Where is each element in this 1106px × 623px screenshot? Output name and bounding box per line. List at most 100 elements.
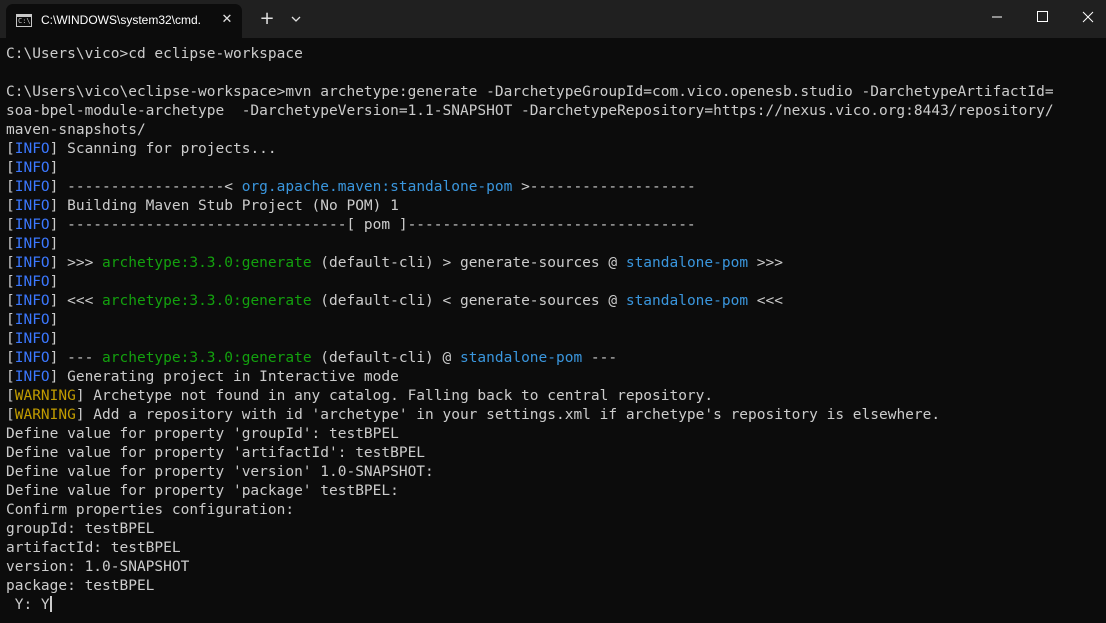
console-text: <<< <box>748 293 783 309</box>
console-warn-text: WARNING <box>14 407 76 423</box>
console-text: [ <box>6 198 15 214</box>
console-line: C:\Users\vico>cd eclipse-workspace <box>6 45 1102 64</box>
console-text: [ <box>6 369 15 385</box>
console-line: [INFO] <box>6 273 1102 292</box>
console-line: [INFO] <<< archetype:3.3.0:generate (def… <box>6 292 1102 311</box>
console-info-text: INFO <box>14 255 50 271</box>
console-text: [ <box>6 312 15 328</box>
console-text: ] --- <box>49 350 103 366</box>
console-text: ] <<< <box>49 293 103 309</box>
minimize-icon <box>992 16 1002 18</box>
console-text: Define value for property 'groupId': tes… <box>6 426 399 442</box>
cmd-icon: C:\ <box>16 14 32 27</box>
console-line: groupId: testBPEL <box>6 520 1102 539</box>
console-line: Define value for property 'package' test… <box>6 482 1102 501</box>
console-text: artifactId: testBPEL <box>6 540 181 556</box>
console-text: [ <box>6 255 15 271</box>
console-text: ] Generating project in Interactive mode <box>49 369 399 385</box>
console-line: C:\Users\vico\eclipse-workspace>mvn arch… <box>6 83 1102 102</box>
new-tab-button[interactable]: + <box>256 8 278 30</box>
console-text: >>> <box>748 255 783 271</box>
console-text: [ <box>6 388 15 404</box>
console-text: [ <box>6 236 15 252</box>
console-line: [INFO] >>> archetype:3.3.0:generate (def… <box>6 254 1102 273</box>
console-text: maven-snapshots/ <box>6 122 146 138</box>
console-info-text: INFO <box>14 217 50 233</box>
console-line: [INFO] <box>6 330 1102 349</box>
console-text: [ <box>6 179 15 195</box>
console-text: --- <box>582 350 618 366</box>
chevron-down-icon <box>291 16 301 22</box>
console-line: soa-bpel-module-archetype -DarchetypeVer… <box>6 102 1102 121</box>
console-info-text: INFO <box>14 312 50 328</box>
console-info-text: INFO <box>14 179 50 195</box>
console-text: >------------------- <box>512 179 696 195</box>
console-cyan-text: standalone-pom <box>625 255 749 271</box>
console-info-text: INFO <box>14 369 50 385</box>
console-info-text: INFO <box>14 274 50 290</box>
console-text: Define value for property 'version' 1.0-… <box>6 464 434 480</box>
console-text: ] <box>49 312 59 328</box>
console-info-text: INFO <box>14 198 50 214</box>
console-text: [ <box>6 141 15 157</box>
close-tab-icon[interactable]: ✕ <box>216 9 238 31</box>
text-cursor <box>49 596 52 612</box>
tab-dropdown-button[interactable] <box>286 9 306 29</box>
console-cyan-text: standalone-pom <box>625 293 749 309</box>
console-line: [INFO] Scanning for projects... <box>6 140 1102 159</box>
console-text: C:\Users\vico>cd eclipse-workspace <box>6 46 303 62</box>
tab-cmd[interactable]: C:\ C:\WINDOWS\system32\cmd. ✕ <box>6 4 242 38</box>
close-icon <box>1082 11 1094 23</box>
console-line: [INFO] ------------------< org.apache.ma… <box>6 178 1102 197</box>
console-line: [INFO] <box>6 159 1102 178</box>
console-text: package: testBPEL <box>6 578 155 594</box>
console-line: maven-snapshots/ <box>6 121 1102 140</box>
console-text: ] <box>49 160 59 176</box>
console-text: C:\Users\vico\eclipse-workspace>mvn arch… <box>6 84 1054 100</box>
console-output[interactable]: C:\Users\vico>cd eclipse-workspace C:\Use… <box>6 45 1102 615</box>
console-text: Define value for property 'package' test… <box>6 483 399 499</box>
console-text: version: 1.0-SNAPSHOT <box>6 559 190 575</box>
console-text: ] <box>49 331 59 347</box>
console-info-text: INFO <box>14 141 50 157</box>
console-line: [INFO] <box>6 311 1102 330</box>
console-line: [INFO] --------------------------------[… <box>6 216 1102 235</box>
console-text: ] Scanning for projects... <box>49 141 277 157</box>
console-line: [INFO] Building Maven Stub Project (No P… <box>6 197 1102 216</box>
console-line: artifactId: testBPEL <box>6 539 1102 558</box>
console-text: [ <box>6 274 15 290</box>
console-line: [WARNING] Archetype not found in any cat… <box>6 387 1102 406</box>
console-info-text: INFO <box>14 160 50 176</box>
maximize-button[interactable] <box>1020 0 1066 34</box>
console-cyan-text: standalone-pom <box>459 350 583 366</box>
close-window-button[interactable] <box>1066 0 1106 34</box>
tab-title: C:\WINDOWS\system32\cmd. <box>41 13 202 27</box>
console-text: ] <box>49 236 59 252</box>
console-line: [WARNING] Add a repository with id 'arch… <box>6 406 1102 425</box>
console-text: ] >>> <box>49 255 103 271</box>
console-text: [ <box>6 160 15 176</box>
console-text: Y: Y <box>6 597 50 613</box>
console-text: ] Add a repository with id 'archetype' i… <box>75 407 941 423</box>
console-warn-text: WARNING <box>14 388 76 404</box>
console-line: Define value for property 'groupId': tes… <box>6 425 1102 444</box>
console-line: Define value for property 'artifactId': … <box>6 444 1102 463</box>
console-line: Confirm properties configuration: <box>6 501 1102 520</box>
maximize-icon <box>1037 11 1048 22</box>
console-text: ] ------------------< <box>49 179 242 195</box>
console-line: [INFO] --- archetype:3.3.0:generate (def… <box>6 349 1102 368</box>
console-text: ] <box>49 274 59 290</box>
console-text: [ <box>6 217 15 233</box>
console-text: [ <box>6 407 15 423</box>
plus-icon: + <box>259 8 275 29</box>
console-text: Confirm properties configuration: <box>6 502 295 518</box>
console-line: version: 1.0-SNAPSHOT <box>6 558 1102 577</box>
minimize-button[interactable] <box>974 0 1020 34</box>
console-info-text: INFO <box>14 331 50 347</box>
console-line: Define value for property 'version' 1.0-… <box>6 463 1102 482</box>
console-text: [ <box>6 331 15 347</box>
console-text: [ <box>6 350 15 366</box>
console-text: [ <box>6 293 15 309</box>
console-green-text: archetype:3.3.0:generate <box>102 293 312 309</box>
